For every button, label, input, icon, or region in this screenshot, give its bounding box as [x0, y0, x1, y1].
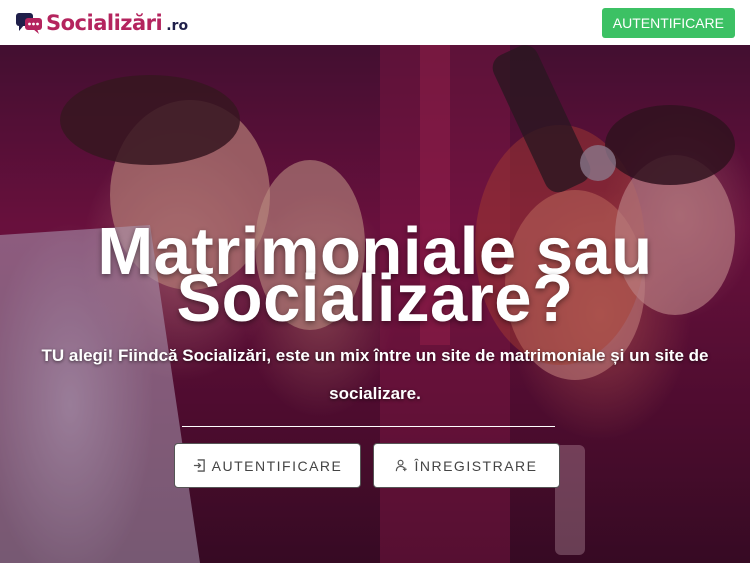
logo-tld: .ro [166, 17, 189, 34]
hero-actions: AUTENTIFICARE ÎNREGISTRARE [174, 443, 560, 488]
header-login-button[interactable]: AUTENTIFICARE [601, 7, 735, 38]
user-plus-icon [396, 459, 408, 472]
hero-register-label: ÎNREGISTRARE [414, 457, 538, 474]
hero-subtitle: TU alegi! Fiindcă Socializări, este un m… [41, 346, 709, 403]
chat-bubbles-icon [16, 12, 42, 34]
hero-section: Matrimoniale sau Socializare? TU alegi! … [0, 45, 750, 563]
hero-title: Matrimoniale sau Socializare? [0, 218, 750, 332]
site-logo[interactable]: Socializări .ro [15, 10, 188, 36]
top-navbar: Socializări .ro AUTENTIFICARE [0, 0, 750, 45]
hero-login-button[interactable]: AUTENTIFICARE [174, 443, 361, 488]
hero-divider [182, 426, 555, 427]
hero-login-label: AUTENTIFICARE [211, 457, 343, 474]
logo-text: Socializări [46, 10, 163, 35]
hero-register-button[interactable]: ÎNREGISTRARE [373, 443, 560, 488]
sign-in-icon [193, 459, 205, 472]
